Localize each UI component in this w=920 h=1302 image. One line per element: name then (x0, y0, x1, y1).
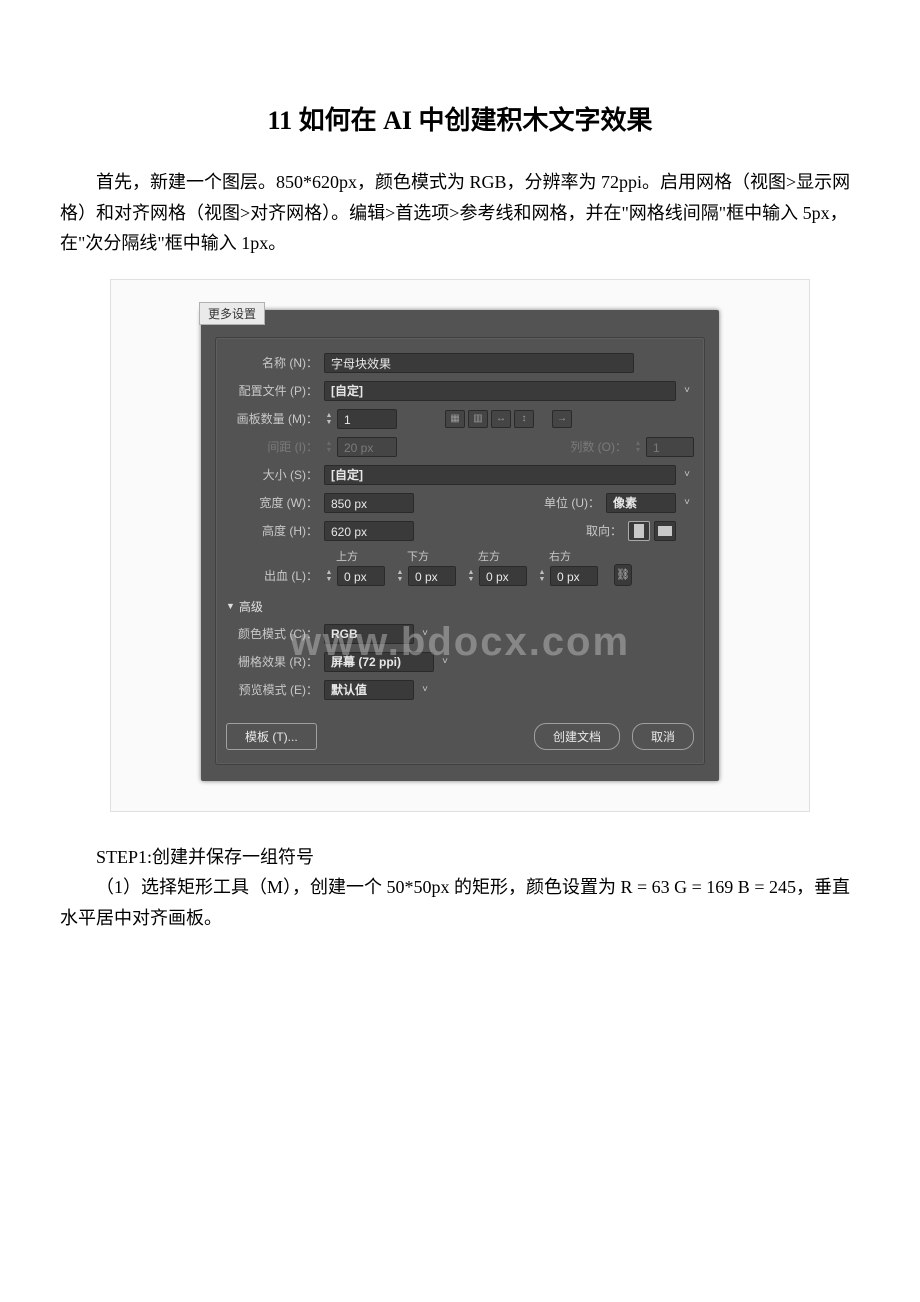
orientation-label: 取向： (586, 522, 628, 539)
cols-input: 1 (646, 437, 694, 457)
page-title: 11 如何在 AI 中创建积木文字效果 (60, 100, 860, 137)
cols-label: 列数 (O)： (570, 438, 633, 455)
chevron-down-icon[interactable]: ˅ (680, 496, 694, 510)
step1-body: （1）选择矩形工具（M），创建一个 50*50px 的矩形，颜色设置为 R = … (60, 872, 860, 933)
more-settings-tab[interactable]: 更多设置 (199, 302, 265, 325)
artboards-input[interactable]: 1 (337, 409, 397, 429)
bleed-bottom-input[interactable]: 0 px (408, 566, 456, 586)
size-select[interactable]: [自定] (324, 465, 676, 485)
bleed-label: 出血 (L)： (226, 567, 324, 586)
bleed-right-label: 右方 (537, 548, 571, 564)
chevron-down-icon[interactable]: ˅ (418, 683, 432, 697)
size-value: [自定] (331, 468, 363, 482)
color-mode-select[interactable]: RGB (324, 624, 414, 644)
templates-button[interactable]: 模板 (T)... (226, 723, 317, 750)
bleed-left-stepper[interactable]: ▲▼ (466, 569, 476, 583)
chevron-down-icon[interactable]: ˅ (438, 655, 452, 669)
advanced-label: 高级 (239, 598, 263, 615)
chevron-down-icon[interactable]: ˅ (418, 627, 432, 641)
bleed-left-label: 左方 (466, 548, 500, 564)
triangle-down-icon: ▼ (226, 601, 235, 611)
cancel-button[interactable]: 取消 (632, 723, 694, 750)
spacing-input: 20 px (337, 437, 397, 457)
color-mode-label: 颜色模式 (C)： (226, 625, 324, 642)
height-label: 高度 (H)： (226, 522, 324, 539)
step1-heading: STEP1:创建并保存一组符号 (60, 842, 860, 873)
create-document-button[interactable]: 创建文档 (534, 723, 620, 750)
raster-value: 屏幕 (72 ppi) (331, 655, 401, 669)
raster-label: 栅格效果 (R)： (226, 653, 324, 670)
preview-mode-label: 预览模式 (E)： (226, 681, 324, 698)
profile-value: [自定] (331, 384, 363, 398)
units-select[interactable]: 像素 (606, 493, 676, 513)
direction-icon[interactable]: → (552, 410, 572, 428)
profile-select[interactable]: [自定] (324, 381, 676, 401)
raster-select[interactable]: 屏幕 (72 ppi) (324, 652, 434, 672)
intro-paragraph: 首先，新建一个图层。850*620px，颜色模式为 RGB，分辨率为 72ppi… (60, 167, 860, 259)
width-label: 宽度 (W)： (226, 494, 324, 511)
bleed-bottom-label: 下方 (395, 548, 429, 564)
chevron-down-icon[interactable]: ˅ (680, 468, 694, 482)
bleed-top-label: 上方 (324, 548, 358, 564)
bleed-right-stepper[interactable]: ▲▼ (537, 569, 547, 583)
units-value: 像素 (613, 496, 637, 510)
profile-label: 配置文件 (P)： (226, 382, 324, 399)
units-label: 单位 (U)： (544, 494, 606, 511)
orientation-landscape-icon[interactable] (654, 521, 676, 541)
artboard-layout-icons: ▦ ▥ ↔ ↕ → (445, 410, 572, 428)
artboards-stepper[interactable]: ▲▼ (324, 412, 334, 426)
bleed-top-stepper[interactable]: ▲▼ (324, 569, 334, 583)
spacing-label: 间距 (I)： (226, 438, 324, 455)
cols-stepper: ▲▼ (633, 440, 643, 454)
width-input[interactable]: 850 px (324, 493, 414, 513)
preview-mode-select[interactable]: 默认值 (324, 680, 414, 700)
dialog-inner-panel: 名称 (N)： 字母块效果 配置文件 (P)： [自定] ˅ 画板数量 (M)： (215, 337, 705, 765)
bleed-right-input[interactable]: 0 px (550, 566, 598, 586)
color-mode-value: RGB (331, 627, 358, 641)
height-input[interactable]: 620 px (324, 521, 414, 541)
bleed-left-input[interactable]: 0 px (479, 566, 527, 586)
link-bleed-icon[interactable]: ⛓ (614, 564, 632, 586)
spacing-stepper: ▲▼ (324, 440, 334, 454)
orientation-portrait-icon[interactable] (628, 521, 650, 541)
arrange-col-icon[interactable]: ↕ (514, 410, 534, 428)
screenshot-container: www.bdocx.com 更多设置 名称 (N)： 字母块效果 配置文件 (P… (110, 279, 810, 812)
chevron-down-icon[interactable]: ˅ (680, 384, 694, 398)
artboards-label: 画板数量 (M)： (226, 410, 324, 427)
name-input[interactable]: 字母块效果 (324, 353, 634, 373)
bleed-top-input[interactable]: 0 px (337, 566, 385, 586)
grid-by-col-icon[interactable]: ▥ (468, 410, 488, 428)
advanced-section-toggle[interactable]: ▼ 高级 (226, 598, 694, 615)
bleed-bottom-stepper[interactable]: ▲▼ (395, 569, 405, 583)
new-document-dialog: 更多设置 名称 (N)： 字母块效果 配置文件 (P)： [自定] ˅ (201, 310, 719, 781)
name-label: 名称 (N)： (226, 354, 324, 371)
arrange-row-icon[interactable]: ↔ (491, 410, 511, 428)
preview-mode-value: 默认值 (331, 683, 367, 697)
size-label: 大小 (S)： (226, 466, 324, 483)
grid-by-row-icon[interactable]: ▦ (445, 410, 465, 428)
